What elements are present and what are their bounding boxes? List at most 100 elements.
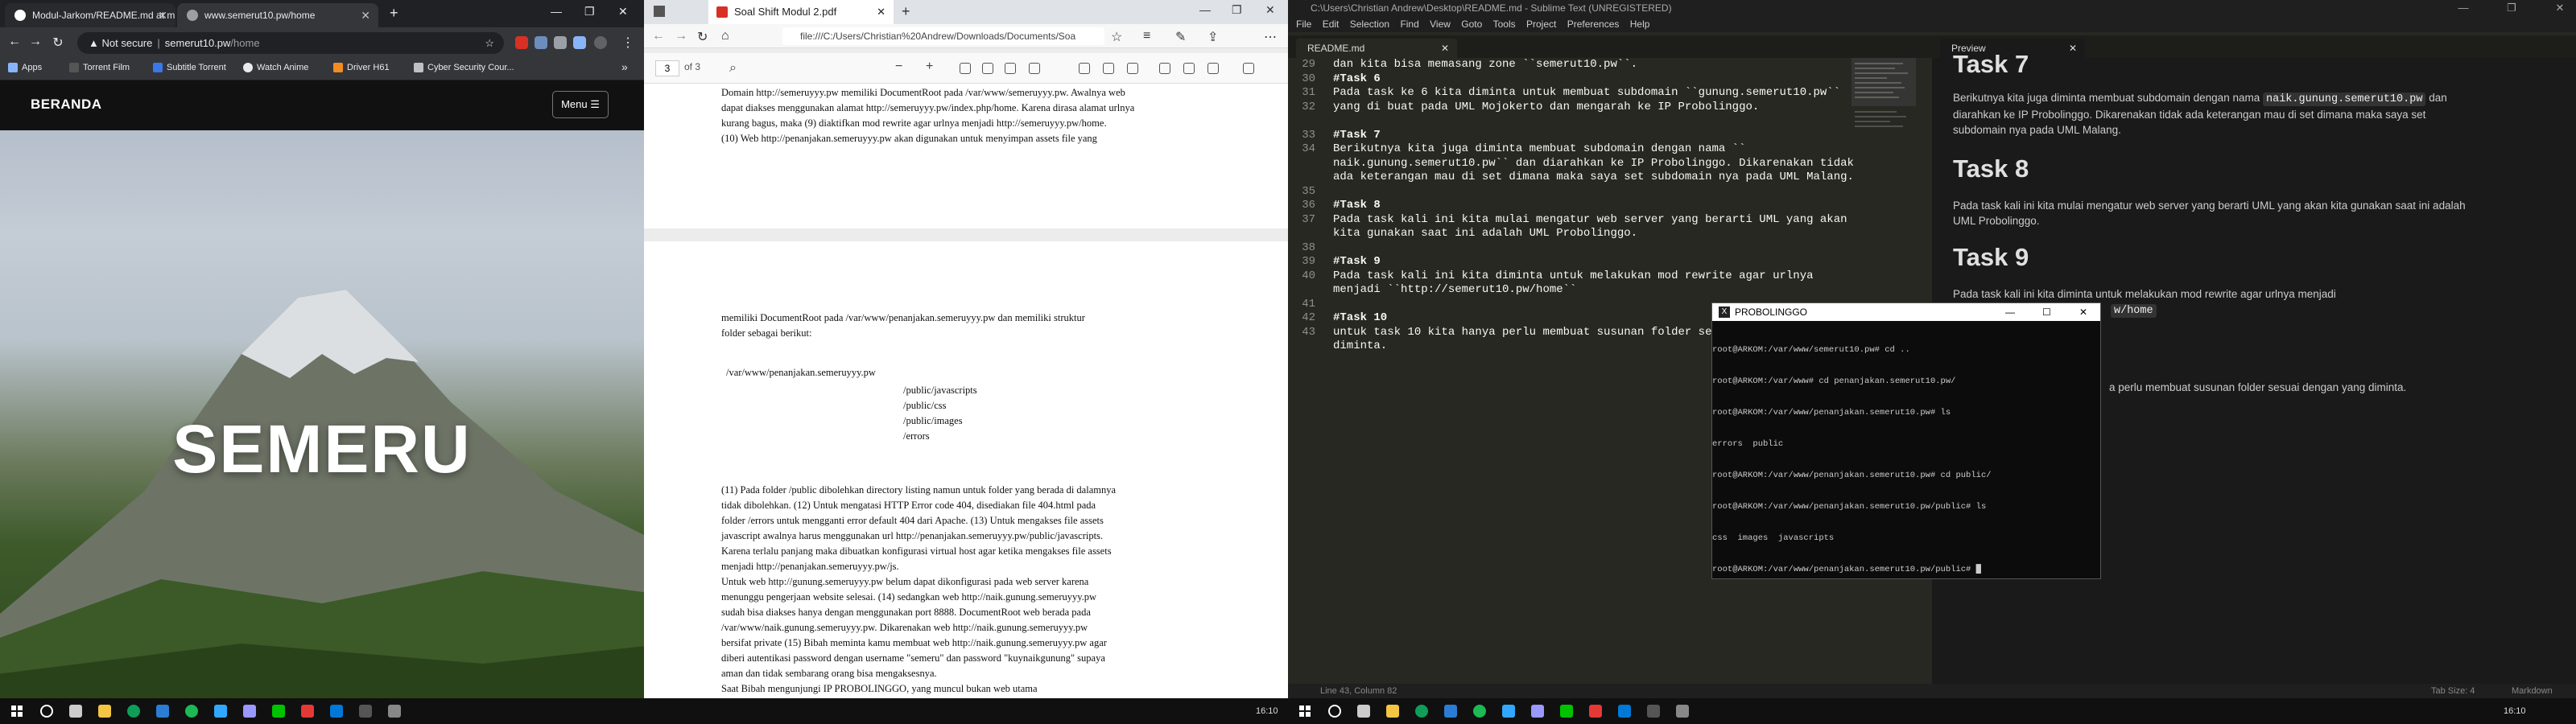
vscode-icon[interactable] [1444,705,1457,718]
close-window-button[interactable]: ✕ [1265,3,1275,17]
pdf-app-icon[interactable] [301,705,314,718]
back-arrow-icon[interactable]: ← [652,29,665,43]
menu-edit[interactable]: Edit [1323,19,1340,30]
pen-icon[interactable]: ✎ [1175,29,1186,45]
star-icon[interactable]: ☆ [485,32,494,54]
maximize-button[interactable]: ❐ [584,5,595,19]
search-icon[interactable]: ⌕ [729,61,737,76]
share-icon[interactable]: ⇪ [1208,29,1218,45]
clock[interactable]: 16:10 [1256,706,1278,716]
bookmark-watch-anime[interactable]: Watch Anime [243,63,308,73]
zoom-in-icon[interactable]: + [926,60,933,74]
tab-size[interactable]: Tab Size: 4 [2431,684,2475,698]
file-explorer-icon[interactable] [98,705,111,718]
photoshop-icon[interactable] [214,705,227,718]
task-view-icon[interactable] [1357,705,1370,718]
close-window-button[interactable]: ✕ [2079,303,2087,321]
save-as-icon[interactable] [1208,63,1219,74]
more-bookmarks-icon[interactable]: » [621,60,628,73]
page-number-input[interactable]: 3 [655,60,679,76]
terminal-icon[interactable] [359,705,372,718]
save-icon[interactable] [1183,63,1195,74]
back-arrow-icon[interactable]: ← [6,35,23,49]
fullscreen-icon[interactable] [1005,63,1016,74]
address-bar[interactable]: ▲ Not secure | semerut10.pw/home ☆ [77,32,504,54]
syntax-mode[interactable]: Markdown [2512,684,2553,698]
avatar[interactable] [594,36,607,49]
close-window-button[interactable]: ✕ [618,5,628,19]
terminal-icon[interactable] [1647,705,1660,718]
menu-view[interactable]: View [1430,19,1451,30]
chrome-tab-github[interactable]: Modul-Jarkom/README.md at m ✕ [5,3,175,27]
pdf-url-field[interactable]: file:///C:/Users/Christian%20Andrew/Down… [782,27,1104,45]
menu-selection[interactable]: Selection [1350,19,1389,30]
reading-list-icon[interactable]: ≡ [1143,29,1150,43]
menu-tools[interactable]: Tools [1493,19,1516,30]
site-brand[interactable]: BERANDA [31,97,102,113]
bookmark-driver-h61[interactable]: Driver H61 [333,63,390,73]
vscode-icon[interactable] [156,705,169,718]
print-icon[interactable] [1159,63,1170,74]
bookmark-apps[interactable]: Apps [8,63,42,73]
minimize-button[interactable]: — [2447,0,2479,16]
media-icon[interactable] [573,36,586,49]
line-icon[interactable] [272,705,285,718]
site-menu-button[interactable]: Menu ☰ [552,91,609,118]
minimize-button[interactable]: — [551,5,562,18]
rotate-icon[interactable] [960,63,971,74]
chrome-icon[interactable] [1415,705,1428,718]
spotify-icon[interactable] [1473,705,1486,718]
bookmark-torrent-film[interactable]: Torrent Film [69,63,130,73]
zoom-out-icon[interactable]: − [895,60,902,74]
star-icon[interactable]: ☆ [1111,29,1122,45]
terminal-window[interactable]: X PROBOLINGGO — ☐ ✕ root@ARKOM:/var/www/… [1711,302,2101,579]
new-tab-button[interactable]: + [902,3,910,20]
menu-preferences[interactable]: Preferences [1567,19,1620,30]
puzzle-icon[interactable] [554,36,567,49]
line-icon[interactable] [1560,705,1573,718]
windows-start-icon[interactable] [1299,705,1311,717]
fit-page-icon[interactable] [982,63,993,74]
draw-icon[interactable] [1103,63,1114,74]
close-window-button[interactable]: ✕ [2544,0,2576,16]
more-icon[interactable]: ⋯ [1264,29,1277,45]
file-explorer-icon[interactable] [1386,705,1399,718]
windows-start-icon[interactable] [11,705,23,717]
photoshop-icon[interactable] [1502,705,1515,718]
pin-toolbar-icon[interactable] [1243,63,1254,74]
menu-project[interactable]: Project [1526,19,1556,30]
close-tab-icon[interactable]: ✕ [158,3,167,27]
reload-icon[interactable]: ↻ [50,35,66,51]
read-aloud-icon[interactable] [1079,63,1090,74]
reload-icon[interactable]: ↻ [697,29,708,45]
forward-arrow-icon[interactable]: → [675,29,687,43]
bookmark-cyber-security[interactable]: Cyber Security Cour... [414,63,514,73]
xming-icon[interactable] [1676,705,1689,718]
page-view-icon[interactable] [1029,63,1040,74]
menu-goto[interactable]: Goto [1461,19,1482,30]
spotify-icon[interactable] [185,705,198,718]
close-tab-icon[interactable]: ✕ [1441,39,1449,58]
tab-readme[interactable]: README.md ✕ [1296,39,1457,58]
search-icon[interactable] [1328,705,1341,718]
forward-arrow-icon[interactable]: → [27,35,43,49]
edge-icon[interactable] [1618,705,1631,718]
chrome-icon[interactable] [127,705,140,718]
close-tab-icon[interactable]: ✕ [2069,39,2077,58]
xming-icon[interactable] [388,705,401,718]
minimize-button[interactable]: — [1199,3,1211,16]
minimize-button[interactable]: — [2005,303,2015,321]
maximize-button[interactable]: ❐ [2496,0,2528,16]
extension-icon[interactable] [535,36,547,49]
bookmark-subtitle-torrent[interactable]: Subtitle Torrent [153,63,226,73]
terminal-output[interactable]: root@ARKOM:/var/www/semerut10.pw# cd .. … [1712,324,2100,578]
premiere-icon[interactable] [243,705,256,718]
clock[interactable]: 16:10 [2504,706,2526,716]
home-icon[interactable]: ⌂ [721,29,729,43]
close-tab-icon[interactable]: ✕ [361,3,370,27]
task-view-icon[interactable] [69,705,82,718]
minimap[interactable] [1852,58,1916,251]
maximize-button[interactable]: ❐ [1232,3,1242,17]
edge-icon[interactable] [330,705,343,718]
pdf-app-icon[interactable] [1589,705,1602,718]
